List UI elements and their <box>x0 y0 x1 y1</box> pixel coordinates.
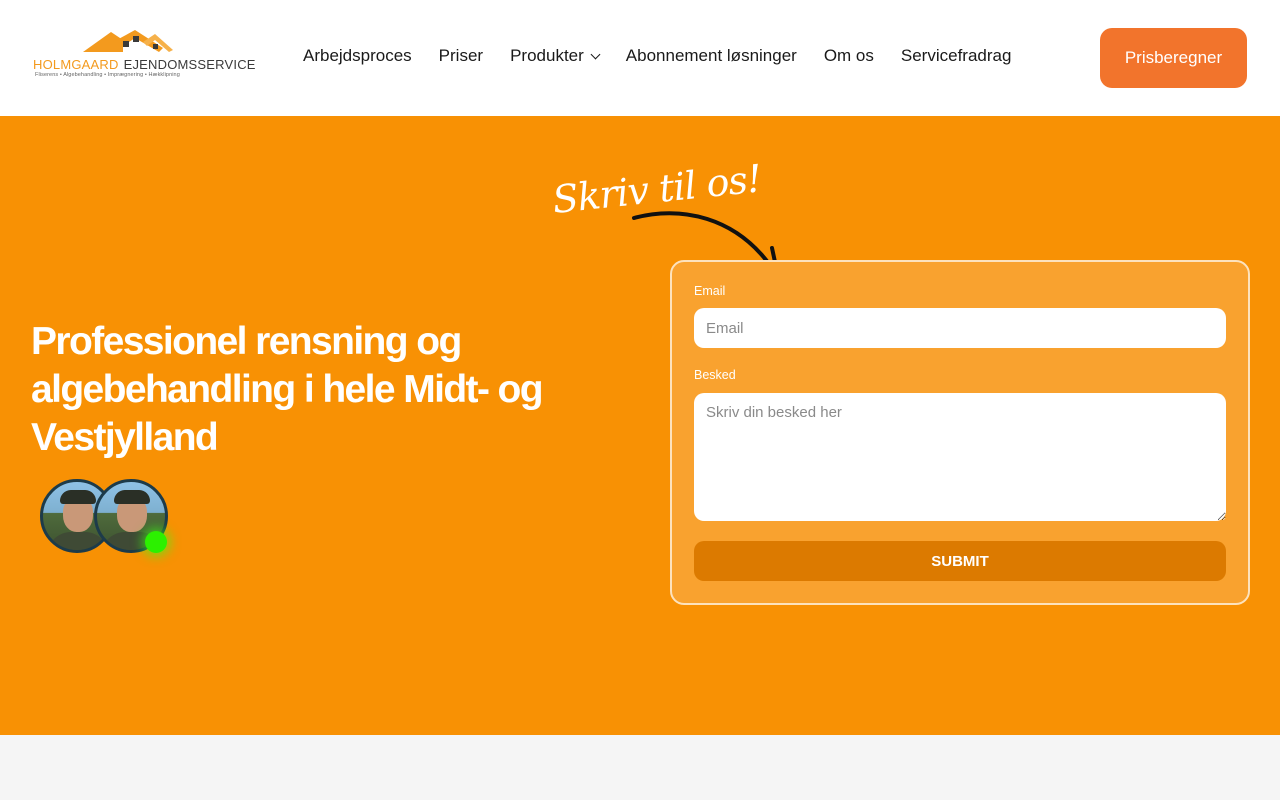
message-textarea[interactable] <box>694 393 1226 521</box>
nav-item-label: Produkter <box>510 46 584 65</box>
nav-item-label: Servicefradrag <box>900 46 1012 65</box>
hero-headline: Professionel rensning og algebehandling … <box>31 320 544 459</box>
nav-item-arbejdsproces[interactable]: Arbejdsproces <box>303 46 412 66</box>
email-label: Email <box>694 284 726 298</box>
online-status-indicator <box>145 531 167 553</box>
nav-item-label: Arbejdsproces <box>303 46 412 65</box>
logo-wordmark: HOLMGAARD EJENDOMSSERVICE <box>33 57 256 72</box>
nav-item-label: Om os <box>823 46 874 65</box>
nav-item-label: Priser <box>438 46 484 65</box>
logo-name-part1: HOLMGAARD <box>33 57 119 72</box>
house-roof-logo-icon <box>83 30 173 52</box>
price-calculator-button[interactable]: Prisberegner <box>1100 28 1247 88</box>
main-nav: Arbejdsproces Priser Produkter Abonnemen… <box>303 46 1011 66</box>
logo-name-part2: EJENDOMSSERVICE <box>123 57 256 72</box>
submit-button[interactable]: SUBMIT <box>694 541 1226 581</box>
nav-item-abonnement[interactable]: Abonnement løsninger <box>626 46 797 66</box>
nav-item-priser[interactable]: Priser <box>439 46 483 66</box>
contact-form: Email Besked SUBMIT <box>670 260 1250 605</box>
company-logo[interactable]: HOLMGAARD EJENDOMSSERVICE Fliserens • Alg… <box>33 28 255 84</box>
message-label: Besked <box>694 368 736 382</box>
nav-item-om-os[interactable]: Om os <box>824 46 874 66</box>
team-avatars <box>40 479 180 559</box>
nav-item-servicefradrag[interactable]: Servicefradrag <box>901 46 1012 66</box>
site-header: HOLMGAARD EJENDOMSSERVICE Fliserens • Alg… <box>0 0 1280 116</box>
logo-tagline: Fliserens • Algebehandling • Imprægnerin… <box>35 72 180 78</box>
email-field[interactable] <box>694 308 1226 348</box>
chevron-down-icon <box>590 49 601 59</box>
hero-section: Professionel rensning og algebehandling … <box>0 116 1280 735</box>
nav-item-produkter[interactable]: Produkter <box>510 46 601 66</box>
nav-item-label: Abonnement løsninger <box>625 46 797 65</box>
